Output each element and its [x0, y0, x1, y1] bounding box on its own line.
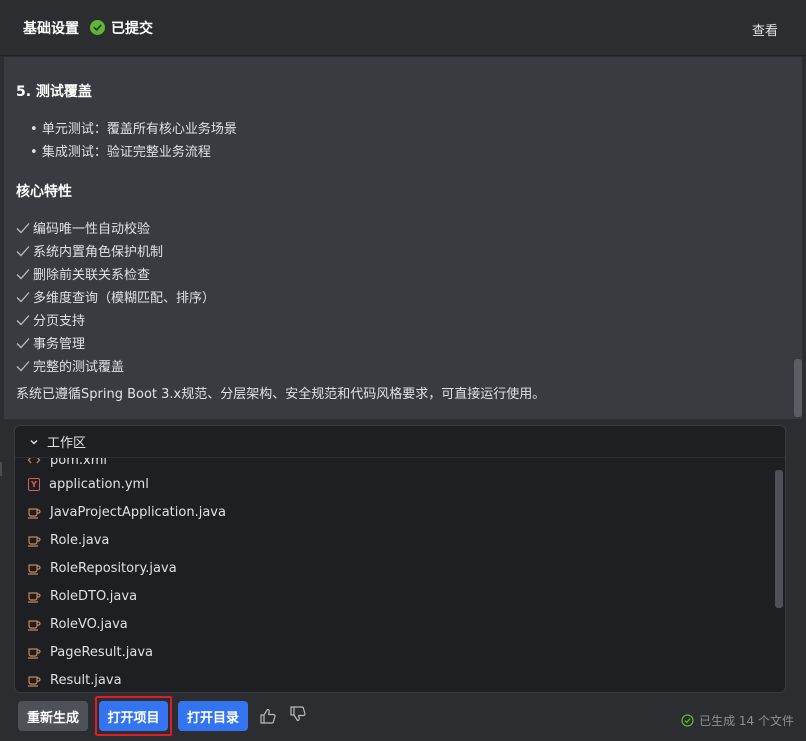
checkmark-icon [16, 269, 30, 280]
list-item[interactable]: RoleRepository.java [27, 556, 177, 580]
checkmark-icon [16, 292, 30, 303]
list-item[interactable]: RoleVO.java [27, 612, 128, 636]
yml-icon: Y [28, 477, 40, 491]
java-icon [28, 620, 41, 631]
workspace-scrollbar[interactable] [775, 470, 783, 608]
page-title: 基础设置 [23, 20, 79, 37]
chevron-down-icon [30, 439, 38, 444]
feature-item: 系统内置角色保护机制 [16, 241, 163, 260]
footer-bar: 重新生成 打开项目 打开目录 已生成 14 个文件 [0, 693, 806, 741]
workspace-header[interactable]: 工作区 [15, 426, 785, 458]
checkmark-icon [16, 223, 30, 234]
feature-item: 多维度查询（模糊匹配、排序） [16, 287, 215, 306]
feature-item: 删除前关联关系检查 [16, 264, 150, 283]
list-item[interactable]: PageResult.java [27, 640, 153, 664]
check-circle-icon [90, 20, 105, 35]
thumbs-down-icon[interactable] [289, 705, 307, 723]
java-icon [28, 564, 41, 575]
xml-icon [27, 458, 41, 464]
checkmark-icon [16, 315, 30, 326]
section-heading-features: 核心特性 [16, 184, 72, 200]
thumbs-up-icon[interactable] [259, 707, 277, 725]
open-project-button[interactable]: 打开项目 [99, 701, 168, 731]
list-item[interactable]: RoleDTO.java [27, 584, 137, 608]
open-directory-button[interactable]: 打开目录 [178, 701, 248, 731]
summary-text: 系统已遵循Spring Boot 3.x规范、分层架构、安全规范和代码风格要求，… [16, 387, 546, 402]
submitted-status: 已提交 [111, 20, 153, 37]
feature-item: 完整的测试覆盖 [16, 356, 124, 375]
content-scrollbar[interactable] [794, 359, 802, 417]
workspace-title: 工作区 [47, 436, 87, 451]
list-item[interactable]: Y application.yml [27, 472, 149, 496]
java-icon [28, 508, 41, 519]
list-item[interactable]: Result.java [27, 668, 122, 692]
checkmark-icon [16, 361, 30, 372]
side-marker [0, 462, 2, 476]
content-panel: 5. 测试覆盖 • 单元测试：覆盖所有核心业务场景 • 集成测试：验证完整业务流… [4, 57, 802, 419]
list-item[interactable]: pom.xml [27, 458, 107, 472]
java-icon [28, 592, 41, 603]
checkmark-icon [16, 338, 30, 349]
checkmark-icon [16, 246, 30, 257]
regenerate-button[interactable]: 重新生成 [18, 701, 88, 731]
list-item[interactable]: Role.java [27, 528, 109, 552]
check-circle-icon [681, 714, 694, 727]
java-icon [28, 536, 41, 547]
list-item[interactable]: JavaProjectApplication.java [27, 500, 226, 524]
generated-status: 已生成 14 个文件 [681, 712, 794, 729]
feature-item: 编码唯一性自动校验 [16, 218, 150, 237]
java-icon [28, 676, 41, 687]
view-link[interactable]: 查看 [752, 20, 778, 39]
header-bar: 基础设置 已提交 查看 [0, 0, 806, 56]
list-item: • 单元测试：覆盖所有核心业务场景 [30, 122, 237, 137]
list-item: • 集成测试：验证完整业务流程 [30, 145, 211, 160]
java-icon [28, 648, 41, 659]
feature-item: 事务管理 [16, 333, 85, 352]
feature-item: 分页支持 [16, 310, 85, 329]
workspace-panel: 工作区 pom.xml Y application.yml JavaProjec… [14, 425, 786, 693]
file-list: pom.xml Y application.yml JavaProjectApp… [15, 458, 775, 692]
section-heading-test: 5. 测试覆盖 [16, 84, 92, 100]
